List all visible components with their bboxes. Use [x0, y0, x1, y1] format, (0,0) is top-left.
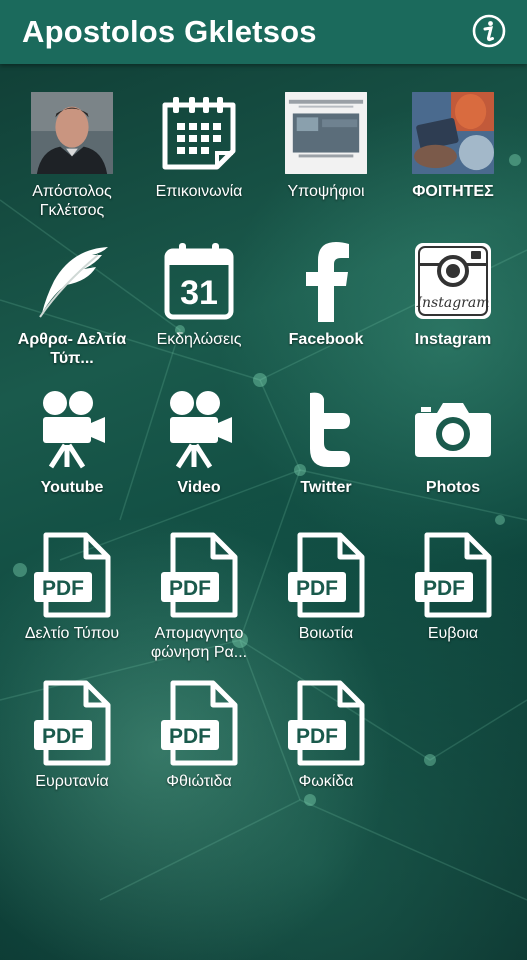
- pdf-icon: PDF: [31, 680, 113, 766]
- facebook-icon: [285, 240, 367, 322]
- pdf-icon: PDF: [31, 532, 113, 618]
- pdf-icon: PDF: [412, 532, 494, 618]
- tile-label: Photos: [425, 479, 481, 496]
- students-photo: [412, 92, 494, 174]
- tile-label: Youtube: [40, 479, 104, 496]
- pdf-icon: PDF: [158, 532, 240, 618]
- tile-label: Φθιώτιδα: [166, 773, 232, 790]
- tile-label: Facebook: [288, 331, 364, 348]
- calendar-day: 31: [180, 274, 218, 312]
- tile-evia[interactable]: PDF Ευβοια: [390, 532, 516, 674]
- tile-label: Απομαγνητο φώνηση Ρα...: [150, 625, 248, 661]
- tile-label: ΦΟΙΤΗΤΕΣ: [412, 183, 494, 200]
- tile-students[interactable]: ΦΟΙΤΗΤΕΣ: [390, 92, 516, 232]
- calendar-icon: [158, 92, 240, 174]
- instagram-icon: Instagram: [412, 240, 494, 322]
- tile-voiotia[interactable]: PDF Βοιωτία: [263, 532, 389, 674]
- pdf-badge: PDF: [169, 577, 211, 600]
- tile-apostolos[interactable]: Απόστολος Γκλέτσος: [9, 92, 135, 232]
- tile-label: Φωκίδα: [298, 773, 354, 790]
- tile-articles[interactable]: Αρθρα- Δελτία Τύπ...: [9, 240, 135, 380]
- tile-label: Επικοινωνία: [155, 183, 243, 200]
- tile-fthiotida[interactable]: PDF Φθιώτιδα: [136, 680, 262, 822]
- candidates-photo: [285, 92, 367, 174]
- feather-icon: [31, 240, 113, 322]
- tile-transcript[interactable]: PDF Απομαγνητο φώνηση Ρα...: [136, 532, 262, 674]
- pdf-badge: PDF: [296, 725, 338, 748]
- tile-evrytania[interactable]: PDF Ευρυτανία: [9, 680, 135, 822]
- tile-twitter[interactable]: Twitter: [263, 388, 389, 528]
- tile-label: Instagram: [414, 331, 492, 348]
- tile-label: Video: [177, 479, 221, 496]
- tile-contact[interactable]: Επικοινωνία: [136, 92, 262, 232]
- tile-label: Αρθρα- Δελτία Τύπ...: [17, 331, 127, 367]
- tile-label: Υποψήφιοι: [287, 183, 365, 200]
- portrait-photo: [31, 92, 113, 174]
- tile-press-release[interactable]: PDF Δελτίο Τύπου: [9, 532, 135, 674]
- instagram-wordmark: Instagram: [416, 295, 490, 311]
- twitter-icon: [285, 388, 367, 470]
- tile-label: Εκδηλώσεις: [156, 331, 242, 348]
- tile-video[interactable]: Video: [136, 388, 262, 528]
- pdf-badge: PDF: [42, 577, 84, 600]
- tile-photos[interactable]: Photos: [390, 388, 516, 528]
- pdf-icon: PDF: [158, 680, 240, 766]
- tile-label: Twitter: [300, 479, 352, 496]
- tile-label: Βοιωτία: [298, 625, 354, 642]
- calendar-31-icon: 31: [158, 240, 240, 322]
- tile-fokida[interactable]: PDF Φωκίδα: [263, 680, 389, 822]
- launcher-grid: Απόστολος Γκλέτσος Επικοινωνία Υποψήφιοι…: [0, 0, 527, 960]
- pdf-badge: PDF: [42, 725, 84, 748]
- video-camera-icon: [158, 388, 240, 470]
- tile-label: Απόστολος Γκλέτσος: [32, 183, 112, 219]
- tile-candidates[interactable]: Υποψήφιοι: [263, 92, 389, 232]
- pdf-badge: PDF: [296, 577, 338, 600]
- pdf-icon: PDF: [285, 532, 367, 618]
- pdf-badge: PDF: [169, 725, 211, 748]
- tile-events[interactable]: 31 Εκδηλώσεις: [136, 240, 262, 380]
- camera-icon: [412, 388, 494, 470]
- video-camera-icon: [31, 388, 113, 470]
- tile-label: Ευρυτανία: [35, 773, 109, 790]
- pdf-icon: PDF: [285, 680, 367, 766]
- tile-label: Ευβοια: [427, 625, 479, 642]
- tile-facebook[interactable]: Facebook: [263, 240, 389, 380]
- pdf-badge: PDF: [423, 577, 465, 600]
- tile-youtube[interactable]: Youtube: [9, 388, 135, 528]
- tile-instagram[interactable]: Instagram Instagram: [390, 240, 516, 380]
- tile-label: Δελτίο Τύπου: [24, 625, 120, 642]
